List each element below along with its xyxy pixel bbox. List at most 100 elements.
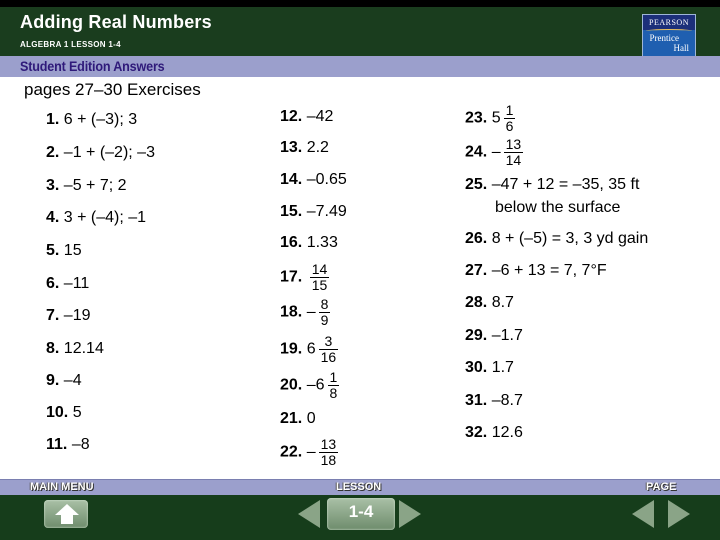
answer-number: 6. <box>46 275 60 292</box>
numerator: 1 <box>327 369 340 386</box>
answer-item: 10. 5 <box>46 404 82 422</box>
answer-number: 1. <box>46 111 60 128</box>
answer-number: 13. <box>280 139 303 156</box>
answer-item: 11. –8 <box>46 436 90 454</box>
fraction: 14 15 <box>309 261 330 293</box>
answer-prefix: – <box>306 303 316 321</box>
lesson-button[interactable]: 1-4 <box>327 498 395 530</box>
answer-prefix: 6 <box>306 340 316 358</box>
logo-top-text: PEARSON <box>643 15 695 30</box>
denominator: 8 <box>329 385 338 401</box>
answer-number: 19. <box>280 340 303 358</box>
main-menu-button[interactable] <box>44 500 88 528</box>
answer-text: –0.65 <box>306 171 347 188</box>
answer-number: 8. <box>46 340 60 357</box>
main-menu-label: MAIN MENU <box>30 481 94 493</box>
answer-number: 16. <box>280 234 303 251</box>
answer-number: 7. <box>46 307 60 324</box>
answer-number: 29. <box>465 327 488 344</box>
page-next-button[interactable] <box>668 500 690 528</box>
lesson-next-button[interactable] <box>399 500 421 528</box>
logo-line1: Prentice <box>649 33 680 43</box>
answer-number: 10. <box>46 404 69 421</box>
home-icon <box>55 504 79 515</box>
band-label: Student Edition Answers <box>20 58 165 74</box>
answer-number: 28. <box>465 294 488 311</box>
answer-item: 25. –47 + 12 = –35, 35 ft <box>465 176 639 194</box>
answer-number: 5. <box>46 242 60 259</box>
lesson-prev-button[interactable] <box>298 500 320 528</box>
top-border <box>0 0 720 7</box>
answer-number: 2. <box>46 144 60 161</box>
answer-item: 9. –4 <box>46 372 82 390</box>
answer-item: 13. 2.2 <box>280 139 329 157</box>
answer-text: –5 + 7; 2 <box>63 177 127 194</box>
answer-item: 6. –11 <box>46 275 89 293</box>
denominator: 18 <box>320 452 337 468</box>
answer-prefix: 5 <box>491 109 501 127</box>
answer-item: 28. 8.7 <box>465 294 514 312</box>
answer-text: 5 <box>72 404 82 421</box>
answer-text: –8.7 <box>491 392 523 409</box>
fraction: 13 18 <box>318 436 339 468</box>
answer-prefix: –6 <box>306 376 325 394</box>
numerator: 13 <box>503 136 524 153</box>
answer-item: 2. –1 + (–2); –3 <box>46 144 155 162</box>
answer-text: –4 <box>63 372 82 389</box>
answer-item: 32. 12.6 <box>465 424 523 442</box>
answer-text: 8 + (–5) = 3, 3 yd gain <box>491 230 649 247</box>
answer-item: 31. –8.7 <box>465 392 523 410</box>
answer-text-continued: below the surface <box>495 199 621 216</box>
answer-text: 15 <box>63 242 82 259</box>
answer-item-fraction: 17. 14 15 <box>280 261 330 293</box>
answer-text: 12.14 <box>63 340 104 357</box>
answer-text: 1.33 <box>306 234 338 251</box>
section-title: pages 27–30 Exercises <box>24 80 201 99</box>
answer-text: 3 + (–4); –1 <box>63 209 147 226</box>
answer-item: 8. 12.14 <box>46 340 104 358</box>
answer-item: 15. –7.49 <box>280 203 347 221</box>
answer-text: –19 <box>63 307 91 324</box>
denominator: 16 <box>320 349 337 365</box>
answer-number: 23. <box>465 109 488 127</box>
answer-number: 3. <box>46 177 60 194</box>
answer-number: 32. <box>465 424 488 441</box>
answer-number: 21. <box>280 410 303 427</box>
answer-number: 22. <box>280 443 303 461</box>
answer-item-fraction: 19. 6 3 16 <box>280 334 339 365</box>
denominator: 6 <box>505 118 514 134</box>
answer-item-fraction: 23. 516 <box>465 103 516 134</box>
answer-number: 30. <box>465 359 488 376</box>
lesson-value: 1-4 <box>348 502 374 521</box>
answer-text: –7.49 <box>306 203 347 220</box>
numerator: 14 <box>309 261 330 278</box>
answer-item: 29. –1.7 <box>465 327 523 345</box>
numerator: 13 <box>318 436 339 453</box>
fraction: 3 16 <box>318 334 339 365</box>
answer-text: 2.2 <box>306 139 329 156</box>
page-prev-button[interactable] <box>632 500 654 528</box>
answer-item: 4. 3 + (–4); –1 <box>46 209 146 227</box>
denominator: 14 <box>505 152 522 168</box>
answer-item: 7. –19 <box>46 307 91 325</box>
numerator: 8 <box>318 296 331 313</box>
answer-number: 4. <box>46 209 60 226</box>
pearson-logo: PEARSON Prentice Hall <box>642 14 696 59</box>
answer-item: 26. 8 + (–5) = 3, 3 yd gain <box>465 230 648 248</box>
answer-text: 6 + (–3); 3 <box>63 111 138 128</box>
answer-item: 14. –0.65 <box>280 171 347 189</box>
answer-number: 18. <box>280 303 303 321</box>
answer-text: 0 <box>306 410 316 427</box>
answer-number: 25. <box>465 176 488 193</box>
footer-nav: 1-4 <box>0 495 720 540</box>
answer-number: 26. <box>465 230 488 247</box>
answer-item: 3. –5 + 7; 2 <box>46 177 127 195</box>
answer-item: 21. 0 <box>280 410 316 428</box>
answer-item: 16. 1.33 <box>280 234 338 252</box>
page-title: Adding Real Numbers <box>20 12 212 32</box>
answer-item: 1. 6 + (–3); 3 <box>46 111 137 129</box>
header: Adding Real Numbers ALGEBRA 1 LESSON 1-4… <box>0 7 720 59</box>
fraction: 18 <box>327 369 340 401</box>
home-icon-body <box>61 515 73 524</box>
answer-item: 27. –6 + 13 = 7, 7°F <box>465 262 607 280</box>
